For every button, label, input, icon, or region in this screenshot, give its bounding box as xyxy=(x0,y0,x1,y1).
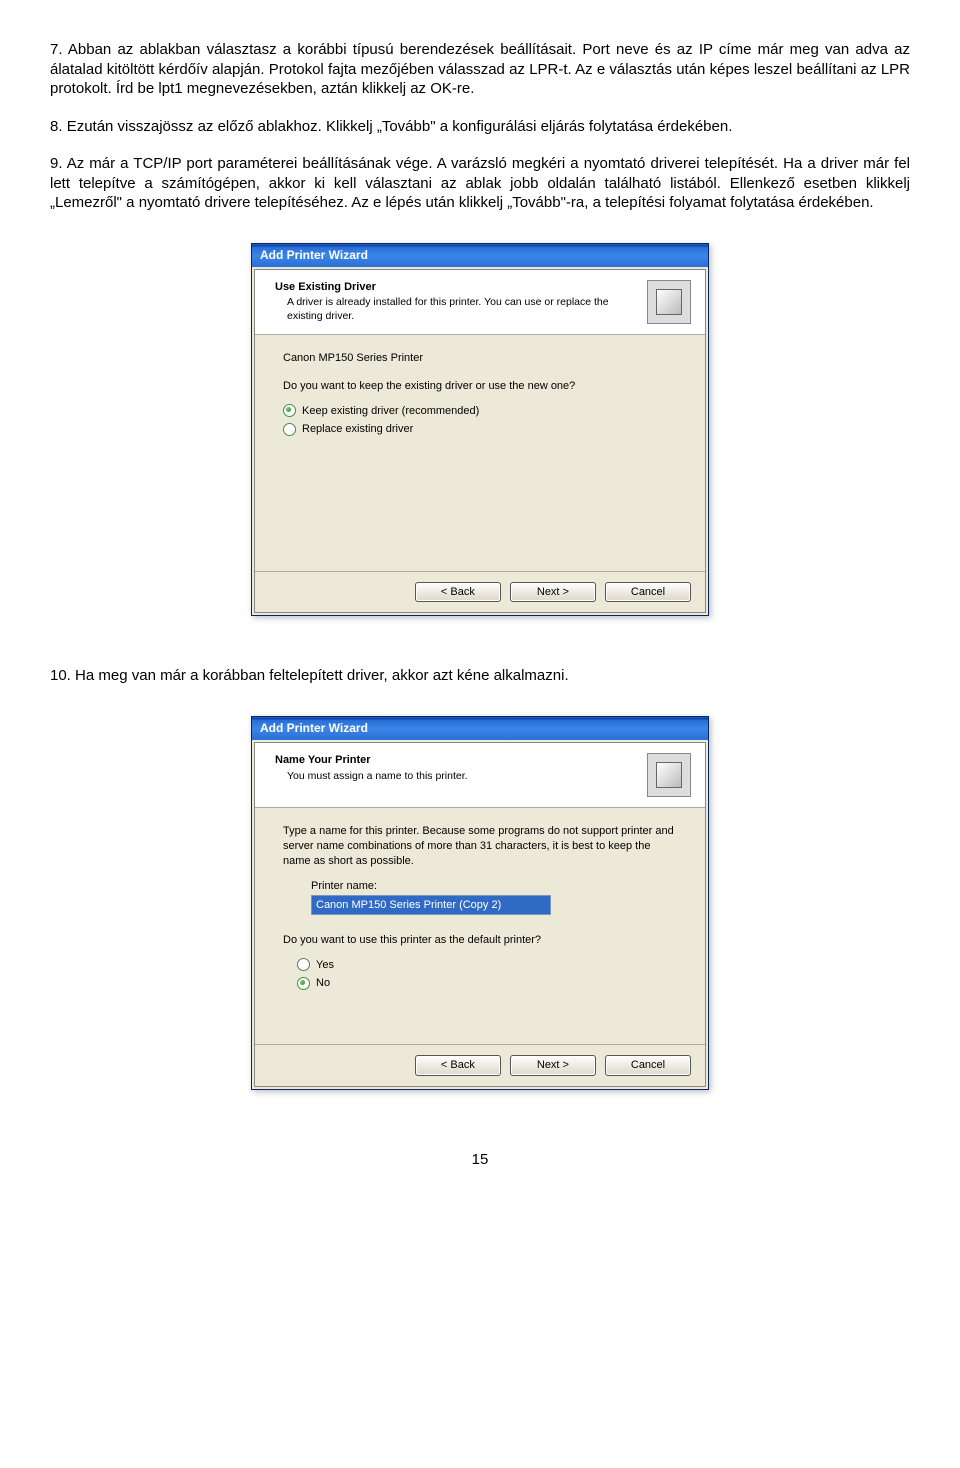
item-number: 7. xyxy=(50,41,63,58)
list-item-7: 7. Abban az ablakban választasz a korább… xyxy=(50,40,910,99)
option-label: Yes xyxy=(316,958,334,972)
next-button[interactable]: Next > xyxy=(510,582,596,602)
item-number: 8. xyxy=(50,118,63,135)
cancel-button[interactable]: Cancel xyxy=(605,1055,691,1075)
keep-driver-option[interactable]: Keep existing driver (recommended) xyxy=(283,404,677,418)
dialog-heading: Use Existing Driver xyxy=(275,280,635,294)
dialog-subheading: You must assign a name to this printer. xyxy=(275,770,635,784)
item-number: 10. xyxy=(50,667,71,684)
add-printer-wizard-dialog-existing-driver: Add Printer Wizard Use Existing Driver A… xyxy=(251,243,709,617)
next-button[interactable]: Next > xyxy=(510,1055,596,1075)
add-printer-wizard-dialog-name-printer: Add Printer Wizard Name Your Printer You… xyxy=(251,716,709,1090)
printer-icon xyxy=(647,753,691,797)
device-name: Canon MP150 Series Printer xyxy=(283,351,677,365)
radio-icon xyxy=(297,977,310,990)
back-button[interactable]: < Back xyxy=(415,582,501,602)
item-text: Ezután visszajössz az előző ablakhoz. Kl… xyxy=(67,118,733,135)
item-text: Ha meg van már a korábban feltelepített … xyxy=(75,667,569,684)
item-text: Az már a TCP/IP port paraméterei beállít… xyxy=(50,155,910,211)
default-no-option[interactable]: No xyxy=(297,976,677,990)
cancel-button[interactable]: Cancel xyxy=(605,582,691,602)
option-label: Replace existing driver xyxy=(302,422,413,436)
list-item-10: 10. Ha meg van már a korábban feltelepít… xyxy=(50,666,910,686)
dialog-title: Add Printer Wizard xyxy=(252,244,708,268)
name-instruction: Type a name for this printer. Because so… xyxy=(283,824,677,869)
back-button[interactable]: < Back xyxy=(415,1055,501,1075)
default-printer-question: Do you want to use this printer as the d… xyxy=(283,933,677,947)
dialog-subheading: A driver is already installed for this p… xyxy=(275,296,635,323)
radio-icon xyxy=(283,404,296,417)
list-item-8: 8. Ezután visszajössz az előző ablakhoz.… xyxy=(50,117,910,137)
page-number: 15 xyxy=(50,1150,910,1170)
printer-name-input[interactable]: Canon MP150 Series Printer (Copy 2) xyxy=(311,895,551,915)
printer-name-label: Printer name: xyxy=(311,879,677,893)
option-label: No xyxy=(316,976,330,990)
dialog-heading: Name Your Printer xyxy=(275,753,635,767)
item-text: Abban az ablakban választasz a korábbi t… xyxy=(50,41,910,97)
radio-icon xyxy=(297,958,310,971)
dialog-title: Add Printer Wizard xyxy=(252,717,708,741)
replace-driver-option[interactable]: Replace existing driver xyxy=(283,422,677,436)
option-label: Keep existing driver (recommended) xyxy=(302,404,479,418)
list-item-9: 9. Az már a TCP/IP port paraméterei beál… xyxy=(50,154,910,213)
item-number: 9. xyxy=(50,155,63,172)
printer-icon xyxy=(647,280,691,324)
radio-icon xyxy=(283,423,296,436)
default-yes-option[interactable]: Yes xyxy=(297,958,677,972)
driver-question: Do you want to keep the existing driver … xyxy=(283,379,677,393)
